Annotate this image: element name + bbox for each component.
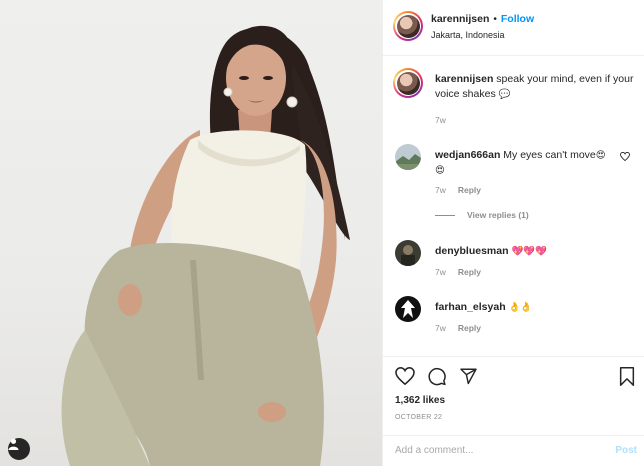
view-replies-label[interactable]: View replies (1): [467, 210, 529, 220]
comment-item: denybluesman 💖💖💖 7w Reply: [393, 240, 638, 280]
separator-dot: •: [493, 14, 497, 25]
comment-icon: [428, 367, 446, 386]
tagged-user-button[interactable]: [8, 438, 30, 460]
bookmark-icon: [619, 367, 635, 386]
commenter-avatar[interactable]: [395, 296, 421, 322]
add-comment-bar: Post: [383, 435, 644, 466]
comment-item: wedjan666an My eyes can't move😍😍 7w Reply: [393, 144, 638, 204]
likes-count[interactable]: 1,362 likes: [395, 395, 445, 406]
post-photo[interactable]: [0, 0, 382, 466]
caption-username[interactable]: karennijsen: [435, 73, 493, 85]
comment-username[interactable]: farhan_elsyah: [435, 301, 506, 313]
like-comment-button[interactable]: [620, 151, 630, 164]
comment-emoji: 💖💖💖: [511, 246, 547, 257]
paper-plane-icon: [460, 368, 477, 385]
post-location[interactable]: Jakarta, Indonesia: [431, 30, 505, 40]
reply-button[interactable]: Reply: [458, 323, 481, 333]
commenter-avatar[interactable]: [395, 240, 421, 266]
photo-illustration: [61, 25, 350, 466]
comment-text: My eyes can't move: [503, 149, 596, 161]
comment-time[interactable]: 7w: [435, 323, 446, 333]
add-comment-input[interactable]: [395, 445, 595, 456]
post-sidebar: karennijsen • Follow Jakarta, Indonesia ka…: [382, 0, 644, 466]
user-icon: [8, 438, 19, 450]
comment-button[interactable]: [427, 367, 447, 389]
comment-item: farhan_elsyah 👌👌 7w Reply: [393, 296, 638, 336]
reply-button[interactable]: Reply: [458, 267, 481, 277]
share-button[interactable]: [459, 367, 478, 388]
author-username[interactable]: karennijsen: [431, 13, 489, 25]
caption-author-avatar[interactable]: [393, 68, 423, 98]
comment-emoji: 👌👌: [508, 302, 533, 313]
heart-icon: [620, 151, 630, 162]
post-header: karennijsen • Follow Jakarta, Indonesia: [383, 0, 644, 56]
comment-time[interactable]: 7w: [435, 185, 446, 195]
save-button[interactable]: [619, 367, 635, 389]
like-button[interactable]: [395, 367, 415, 388]
reply-button[interactable]: Reply: [458, 185, 481, 195]
commenter-avatar[interactable]: [395, 144, 421, 170]
post-date: OCTOBER 22: [395, 414, 443, 421]
post-actions: 1,362 likes OCTOBER 22 Post: [383, 356, 644, 466]
heart-icon: [395, 367, 415, 386]
more-options-icon[interactable]: [619, 22, 633, 26]
caption-time[interactable]: 7w: [435, 115, 446, 125]
caption-emoji: 💬: [498, 89, 511, 100]
comment-time[interactable]: 7w: [435, 267, 446, 277]
view-replies-button[interactable]: View replies (1): [435, 210, 529, 220]
comment-username[interactable]: wedjan666an: [435, 149, 500, 161]
post-comment-button[interactable]: Post: [615, 445, 637, 456]
comment-username[interactable]: denybluesman: [435, 245, 509, 257]
author-avatar[interactable]: [393, 11, 423, 41]
follow-button[interactable]: Follow: [501, 13, 534, 25]
divider-line: [435, 214, 455, 216]
